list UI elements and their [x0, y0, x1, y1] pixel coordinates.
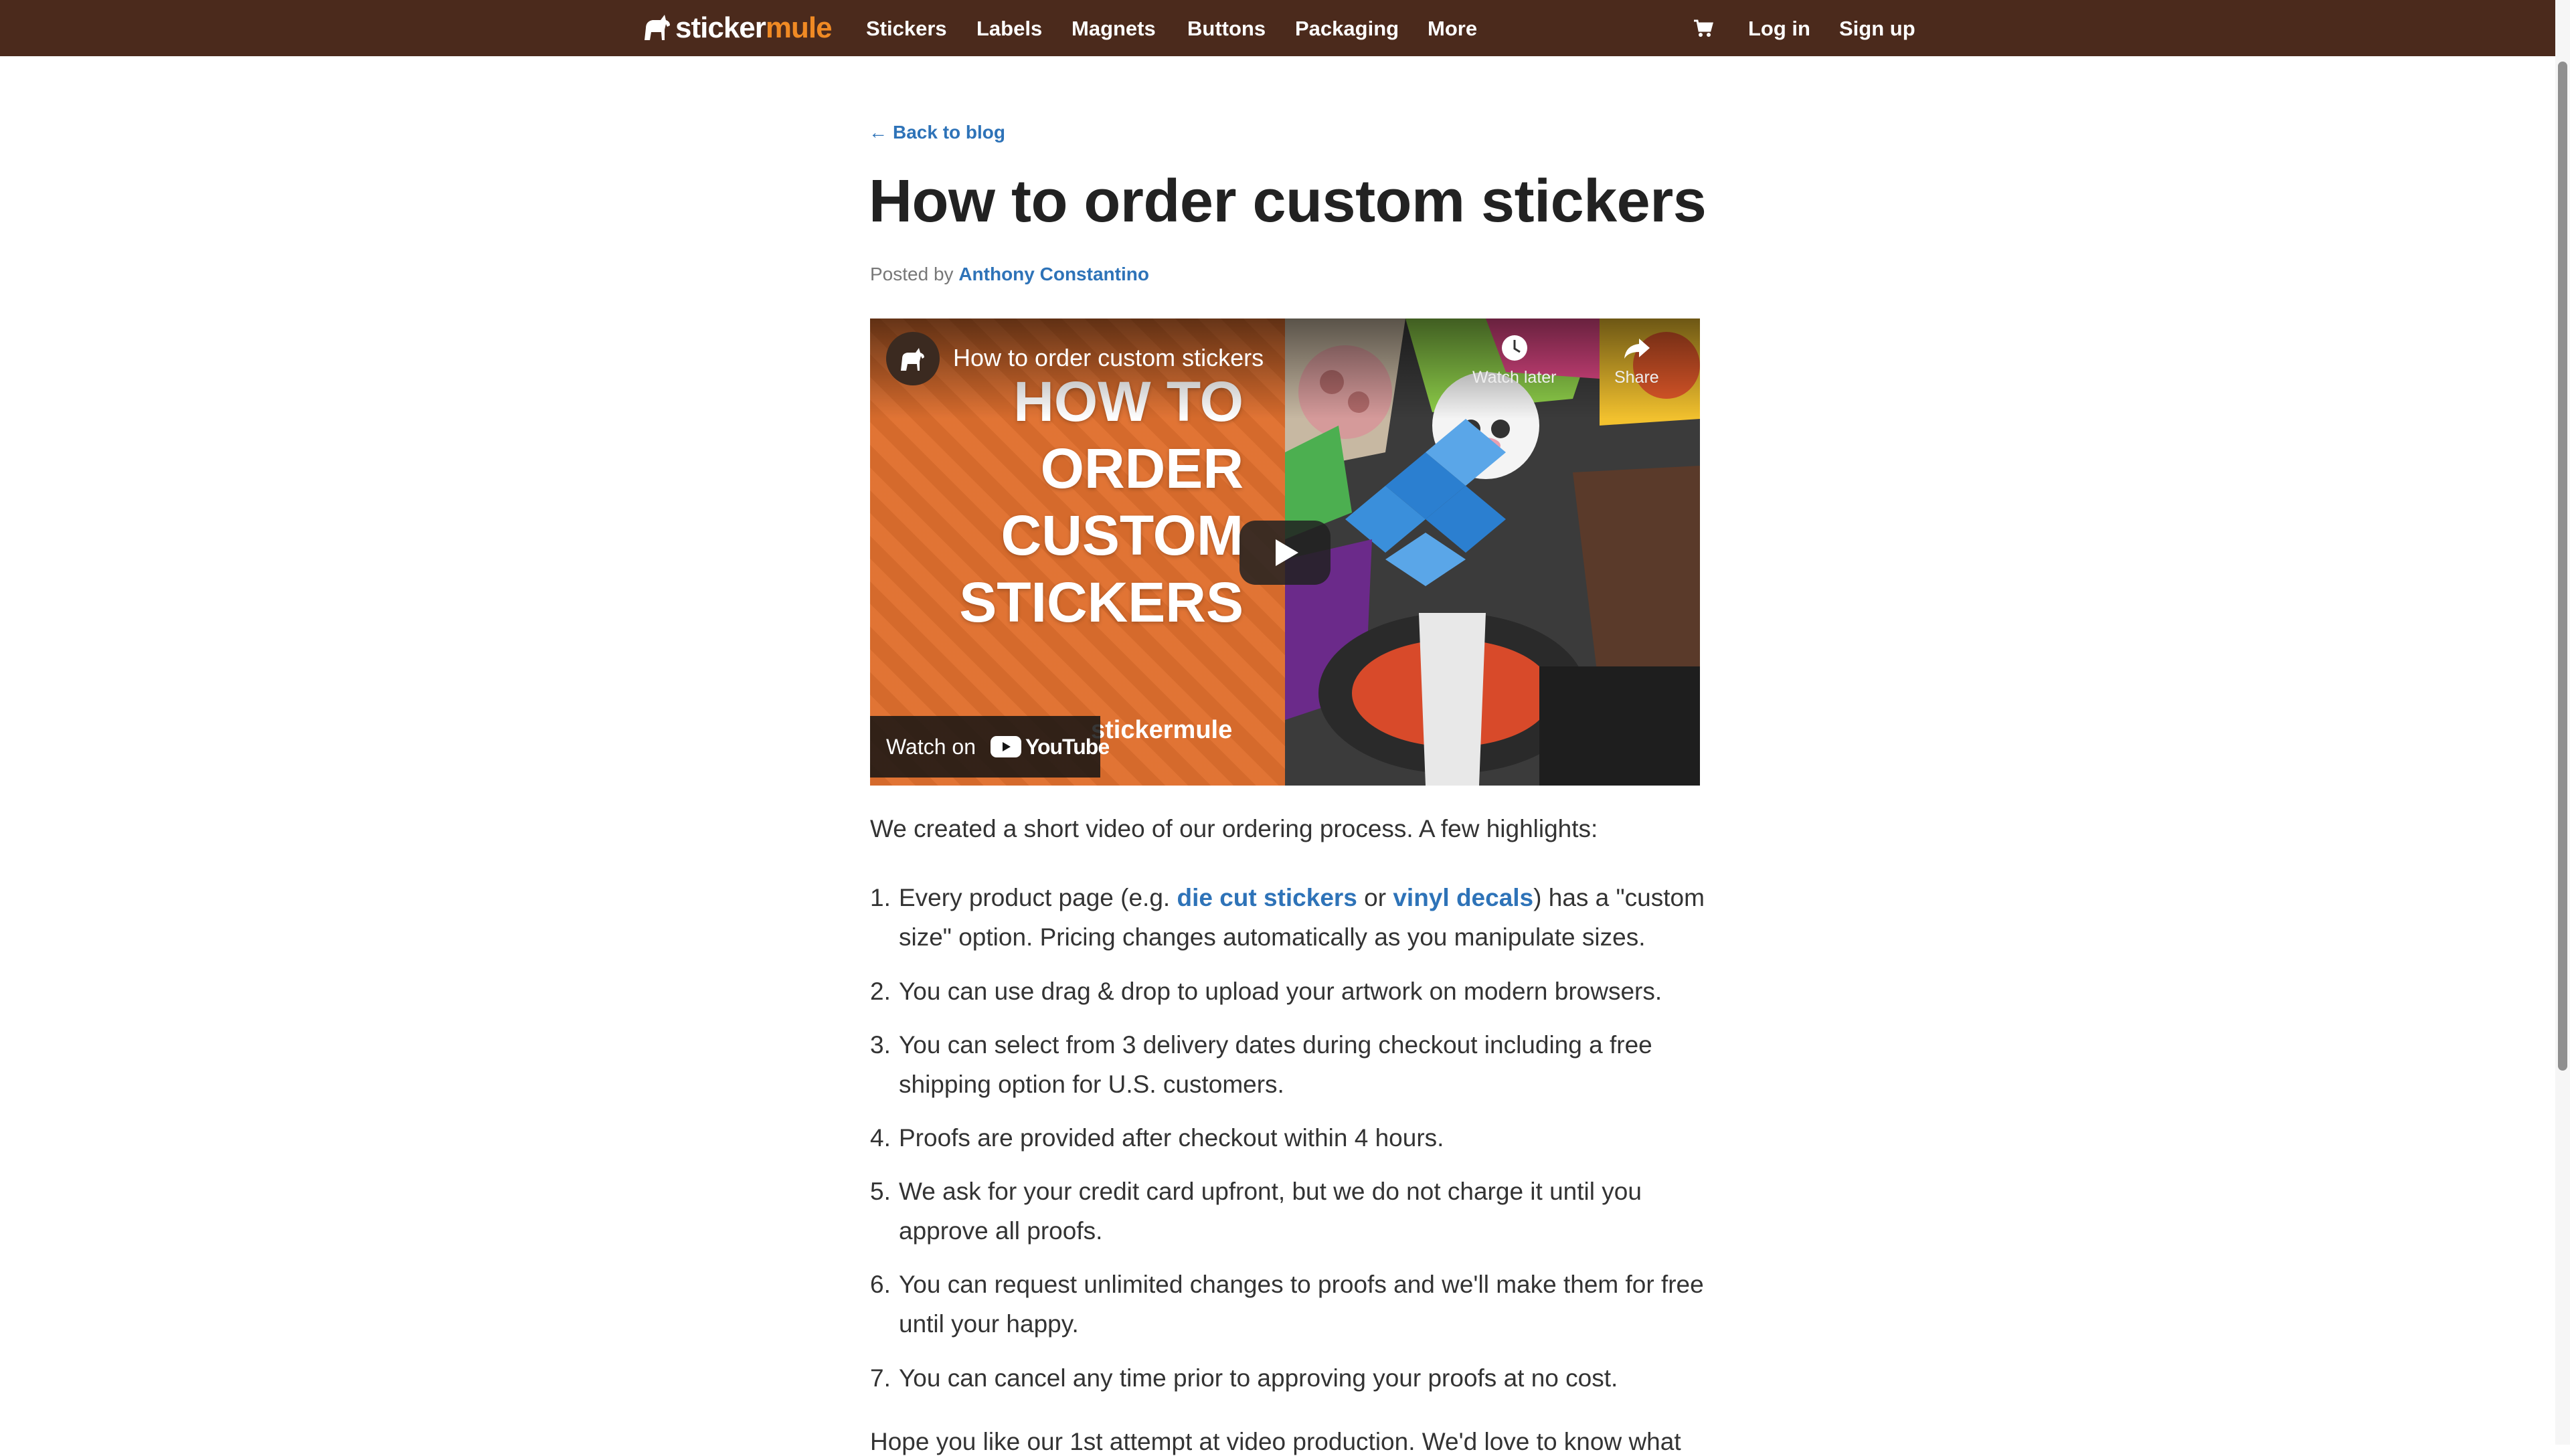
list-line: You can request unlimited changes to pro… [899, 1271, 1704, 1298]
scrollbar-thumb[interactable] [2558, 62, 2567, 1071]
vinyl-decals-link[interactable]: vinyl decals [1393, 884, 1533, 911]
logo-text-mule: mule [765, 11, 833, 44]
list-number: 7. [870, 1364, 891, 1392]
list-number: 2. [870, 978, 891, 1005]
nav-magnets[interactable]: Magnets [1072, 15, 1156, 43]
channel-avatar[interactable] [886, 332, 940, 385]
mule-logo-icon [645, 15, 670, 40]
play-button[interactable] [1239, 521, 1331, 585]
watch-on-label: Watch on [886, 734, 976, 759]
youtube-wordmark: YouTube [1025, 734, 1110, 759]
mule-avatar-icon [901, 348, 924, 371]
list-line: We ask for your credit card upfront, but… [899, 1178, 1642, 1205]
thumbnail-line: STICKERS [959, 571, 1244, 634]
logo-text-sticker: sticker [675, 11, 766, 44]
author-link[interactable]: Anthony Constantino [958, 264, 1149, 284]
nav-more[interactable]: More [1428, 15, 1477, 43]
thumbnail-line: ORDER [1040, 437, 1244, 500]
list-line: size" option. Pricing changes automatica… [899, 923, 1646, 951]
back-to-blog-label: Back to blog [893, 122, 1006, 143]
thumbnail-brand: stickermule [1091, 716, 1233, 744]
byline: Posted by Anthony Constantino [870, 264, 1149, 285]
top-nav-bar: stickermule Stickers Labels Magnets Butt… [0, 0, 2570, 56]
list-number: 6. [870, 1271, 891, 1298]
play-icon [1276, 539, 1298, 566]
list-number: 5. [870, 1178, 891, 1205]
intro-paragraph: We created a short video of our ordering… [870, 815, 1598, 842]
list-number: 3. [870, 1031, 891, 1059]
list-line: You can use drag & drop to upload your a… [899, 978, 1662, 1005]
watch-later-label: Watch later [1472, 368, 1557, 387]
posted-by-label: Posted by [870, 264, 954, 284]
back-to-blog-link[interactable]: ← Back to blog [869, 122, 1005, 143]
signup-link[interactable]: Sign up [1839, 15, 1915, 43]
login-link[interactable]: Log in [1748, 15, 1810, 43]
watch-on-youtube-button[interactable]: Watch on YouTube [870, 716, 1110, 778]
list-number: 4. [870, 1124, 891, 1152]
thumbnail-line: CUSTOM [1001, 504, 1244, 567]
list-line: Every product page (e.g. die cut sticker… [899, 884, 1705, 911]
list-line: You can select from 3 delivery dates dur… [899, 1031, 1652, 1059]
list-number: 1. [870, 884, 891, 911]
clock-icon [1501, 335, 1527, 361]
die-cut-stickers-link[interactable]: die cut stickers [1177, 884, 1357, 911]
nav-labels[interactable]: Labels [976, 15, 1042, 43]
list-line: until your happy. [899, 1310, 1079, 1338]
list-line: You can cancel any time prior to approvi… [899, 1364, 1618, 1392]
list-line: shipping option for U.S. customers. [899, 1071, 1284, 1098]
nav-stickers[interactable]: Stickers [866, 15, 947, 43]
nav-buttons[interactable]: Buttons [1187, 15, 1266, 43]
nav-packaging[interactable]: Packaging [1295, 15, 1399, 43]
watch-later-button[interactable]: Watch later [1472, 333, 1557, 387]
youtube-play-icon [990, 736, 1021, 757]
share-icon [1624, 339, 1650, 359]
share-button[interactable]: Share [1614, 333, 1659, 387]
list-line: approve all proofs. [899, 1217, 1103, 1245]
share-label: Share [1614, 368, 1659, 387]
closing-paragraph: Hope you like our 1st attempt at video p… [870, 1428, 1681, 1455]
page-title: How to order custom stickers [869, 168, 1707, 235]
video-title[interactable]: How to order custom stickers [953, 344, 1264, 372]
youtube-video-embed[interactable]: HOW TO ORDER CUSTOM STICKERS stickermule [870, 318, 1700, 786]
youtube-logo: YouTube [990, 734, 1110, 759]
stickermule-logo[interactable]: stickermule [640, 9, 833, 47]
arrow-left-icon: ← [869, 122, 887, 143]
cart-icon[interactable] [1693, 19, 1713, 37]
list-line: Proofs are provided after checkout withi… [899, 1124, 1444, 1152]
